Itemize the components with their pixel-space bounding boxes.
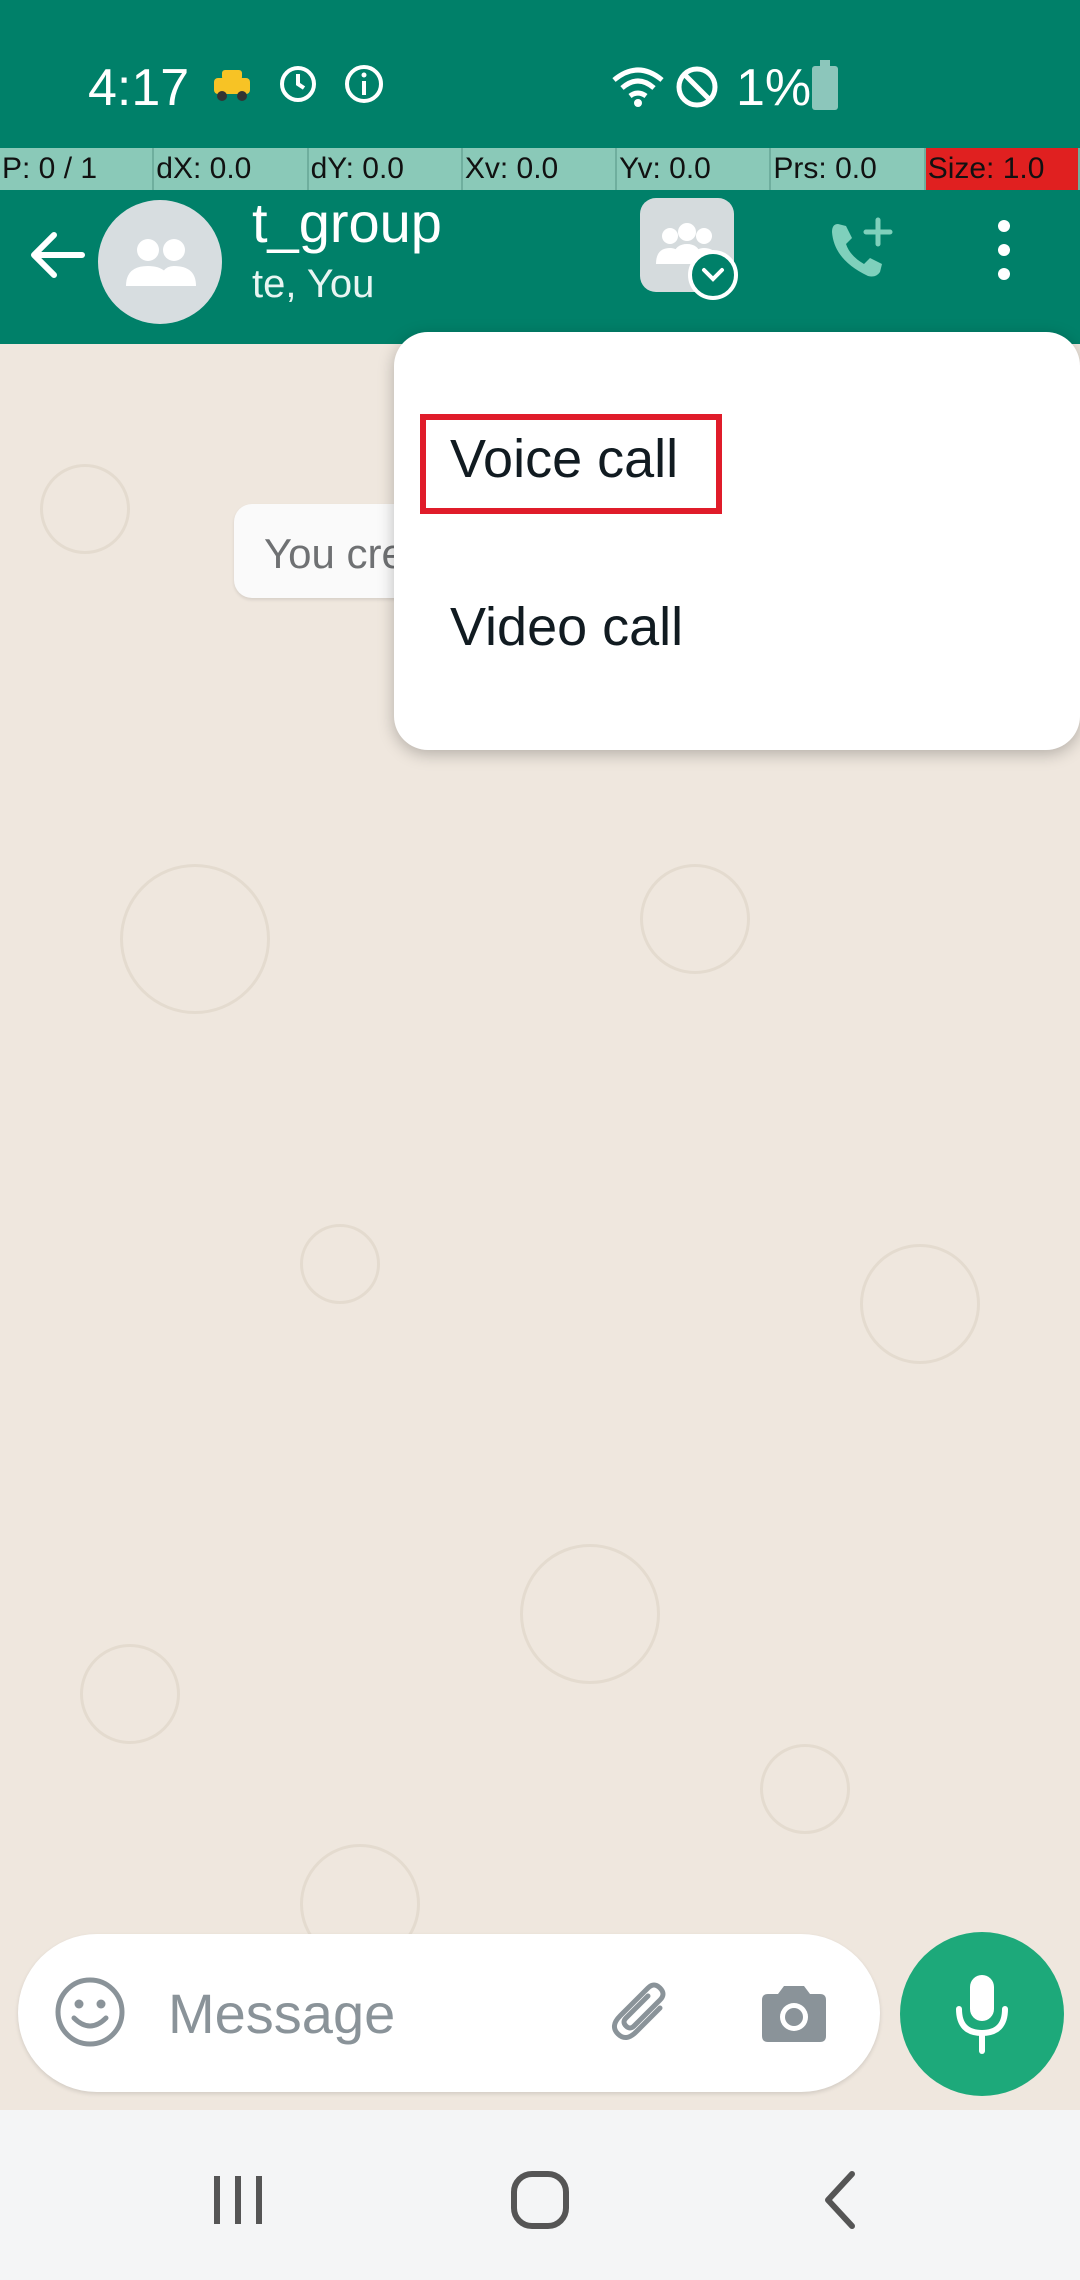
status-time: 4:17 bbox=[88, 59, 190, 117]
home-icon bbox=[511, 2171, 569, 2229]
target-highlight bbox=[420, 414, 722, 514]
group-icon bbox=[126, 239, 196, 286]
message-input[interactable] bbox=[168, 1970, 568, 2056]
arrow-left-icon bbox=[31, 232, 85, 278]
doodle-decoration bbox=[860, 1244, 980, 1364]
phone-plus-icon bbox=[832, 217, 893, 277]
more-options-button[interactable] bbox=[976, 210, 1032, 290]
doodle-decoration bbox=[640, 864, 750, 974]
debug-prs: Prs: 0.0 bbox=[771, 148, 926, 190]
wifi-icon bbox=[610, 64, 666, 113]
recent-apps-icon bbox=[214, 2176, 262, 2224]
more-vert-icon bbox=[998, 220, 1010, 280]
group-title[interactable]: t_group bbox=[252, 190, 442, 255]
emoji-icon bbox=[55, 1977, 125, 2047]
camera-icon bbox=[762, 1986, 826, 2042]
message-composer bbox=[18, 1934, 880, 2092]
group-members[interactable]: te, You bbox=[252, 262, 374, 307]
taxi-icon bbox=[210, 64, 254, 109]
microphone-icon bbox=[956, 1975, 1008, 2054]
debug-yv: Yv: 0.0 bbox=[617, 148, 772, 190]
chevron-down-icon bbox=[688, 250, 738, 300]
doodle-decoration bbox=[520, 1544, 660, 1684]
debug-dy: dY: 0.0 bbox=[309, 148, 463, 190]
debug-dx: dX: 0.0 bbox=[154, 148, 309, 190]
menu-item-video-call[interactable]: Video call bbox=[450, 596, 683, 658]
doodle-decoration bbox=[120, 864, 270, 1014]
camera-button[interactable] bbox=[754, 1974, 834, 2054]
battery-percent: 1% bbox=[736, 59, 812, 117]
add-call-button[interactable] bbox=[820, 210, 900, 290]
doodle-decoration bbox=[300, 1224, 380, 1304]
status-left-icons bbox=[210, 62, 386, 111]
recent-apps-button[interactable] bbox=[198, 2160, 278, 2240]
home-button[interactable] bbox=[500, 2160, 580, 2240]
emoji-button[interactable] bbox=[52, 1974, 128, 2050]
debug-xv: Xv: 0.0 bbox=[463, 148, 618, 190]
doodle-decoration bbox=[80, 1644, 180, 1744]
call-type-menu: Voice call Video call bbox=[394, 332, 1080, 750]
group-avatar[interactable] bbox=[98, 200, 222, 324]
debug-p: P: 0 / 1 bbox=[0, 148, 155, 190]
chat-header: t_group te, You bbox=[0, 190, 1080, 344]
battery-icon bbox=[812, 60, 838, 110]
debug-size: Size: 1.0 bbox=[925, 148, 1080, 190]
back-button[interactable] bbox=[22, 220, 92, 290]
paperclip-icon bbox=[612, 1982, 666, 2040]
doodle-decoration bbox=[40, 464, 130, 554]
nav-back-button[interactable] bbox=[802, 2160, 882, 2240]
voice-message-button[interactable] bbox=[900, 1932, 1064, 2096]
info-icon bbox=[342, 62, 386, 111]
do-not-disturb-icon bbox=[674, 64, 720, 115]
refresh-clock-icon bbox=[276, 62, 320, 111]
status-bar: 4:17 1% bbox=[0, 0, 1080, 148]
chevron-left-icon bbox=[825, 2171, 855, 2229]
pointer-debug-bar: P: 0 / 1 dX: 0.0 dY: 0.0 Xv: 0.0 Yv: 0.0… bbox=[0, 148, 1080, 190]
doodle-decoration bbox=[760, 1744, 850, 1834]
attach-button[interactable] bbox=[602, 1974, 682, 2054]
system-nav-bar bbox=[0, 2110, 1080, 2280]
